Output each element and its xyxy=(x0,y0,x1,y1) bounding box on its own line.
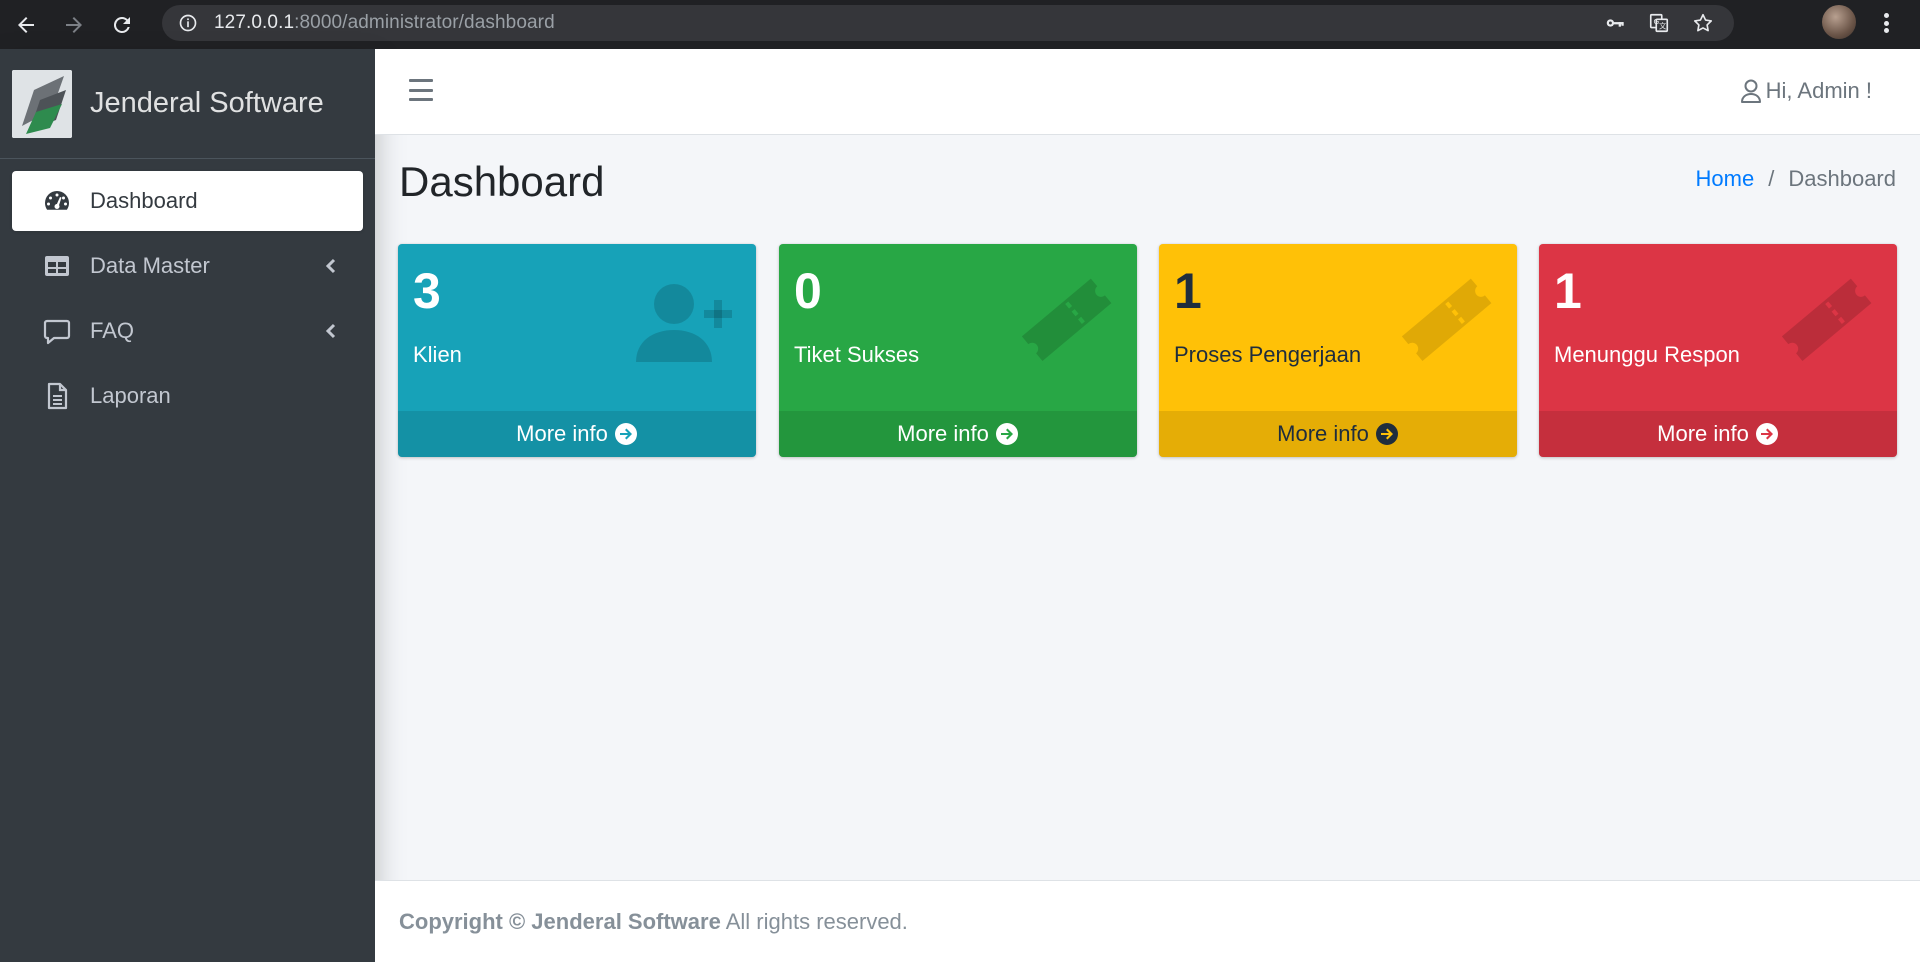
stat-box-proses-pengerjaan: 1 Proses Pengerjaan More info xyxy=(1159,244,1517,457)
arrow-circle-right-icon xyxy=(1755,423,1778,445)
arrow-left-icon xyxy=(18,16,34,33)
more-info-label: More info xyxy=(1657,421,1749,446)
tachometer-icon xyxy=(42,186,72,216)
sidebar: Jenderal Software Dashboard Data Master … xyxy=(0,49,375,962)
more-info-label: More info xyxy=(516,421,608,446)
more-info-link[interactable]: More info xyxy=(398,411,756,457)
table-icon xyxy=(42,251,72,281)
ticket-icon xyxy=(1781,278,1872,361)
translate-icon[interactable]: G文 xyxy=(1648,12,1670,34)
sidebar-item-label: FAQ xyxy=(90,318,135,343)
more-info-label: More info xyxy=(897,421,989,446)
sidebar-nav: Dashboard Data Master FAQ Laporan xyxy=(0,159,375,443)
breadcrumb-home-link[interactable]: Home xyxy=(1696,166,1755,192)
brand-text: Jenderal Software xyxy=(90,87,324,119)
sidebar-item-faq[interactable]: FAQ xyxy=(12,301,363,361)
hamburger-menu-icon[interactable] xyxy=(409,79,433,101)
footer-rights: All rights reserved. xyxy=(720,908,908,934)
user-menu[interactable]: Hi, Admin ! xyxy=(1740,78,1872,104)
footer-copyright: Copyright © Jenderal Software xyxy=(399,908,721,934)
file-icon xyxy=(42,381,72,411)
stat-label: Menunggu Respon xyxy=(1554,342,1740,367)
ticket-icon xyxy=(1021,278,1112,361)
sidebar-item-label: Dashboard xyxy=(90,188,198,213)
sidebar-item-label: Laporan xyxy=(90,383,171,408)
more-info-link[interactable]: More info xyxy=(1539,411,1897,457)
breadcrumb: Home / Dashboard xyxy=(1696,166,1896,192)
address-bar[interactable]: 127.0.0.1:8000/administrator/dashboard G… xyxy=(162,5,1734,41)
stat-label: Proses Pengerjaan xyxy=(1174,342,1362,367)
arrow-circle-right-icon xyxy=(1375,423,1398,445)
stat-label: Tiket Sukses xyxy=(794,342,920,367)
sidebar-item-dashboard[interactable]: Dashboard xyxy=(12,171,363,231)
reload-button[interactable] xyxy=(100,3,144,47)
page-title: Dashboard xyxy=(399,158,605,205)
arrow-right-icon xyxy=(66,16,82,33)
brand-logo xyxy=(12,69,72,138)
stat-box-tiket-sukses: 0 Tiket Sukses More info xyxy=(779,244,1137,457)
browser-menu-button[interactable] xyxy=(1876,10,1896,36)
ticket-icon xyxy=(1401,278,1492,361)
key-icon[interactable] xyxy=(1604,12,1626,34)
stat-value: 1 xyxy=(1554,263,1582,319)
arrow-circle-right-icon xyxy=(995,423,1018,445)
more-info-link[interactable]: More info xyxy=(1159,411,1517,457)
stat-label: Klien xyxy=(413,342,462,367)
profile-avatar[interactable] xyxy=(1822,5,1856,39)
arrow-circle-right-icon xyxy=(614,423,637,445)
svg-text:文: 文 xyxy=(1659,22,1667,31)
info-icon[interactable] xyxy=(178,13,198,33)
stat-value: 1 xyxy=(1174,263,1202,319)
back-button[interactable] xyxy=(4,3,48,47)
chevron-left-icon xyxy=(325,258,336,274)
breadcrumb-separator: / xyxy=(1768,166,1775,191)
more-info-label: More info xyxy=(1277,421,1369,446)
forward-button[interactable] xyxy=(52,3,96,47)
user-plus-icon xyxy=(636,284,732,362)
reload-icon xyxy=(113,16,130,33)
top-navbar: Hi, Admin ! xyxy=(375,49,1920,135)
sidebar-item-label: Data Master xyxy=(90,253,210,278)
stat-value: 0 xyxy=(794,263,822,319)
chevron-left-icon xyxy=(325,323,336,339)
more-info-link[interactable]: More info xyxy=(779,411,1137,457)
comment-icon xyxy=(42,316,72,346)
breadcrumb-current: Dashboard xyxy=(1788,166,1896,191)
browser-toolbar: 127.0.0.1:8000/administrator/dashboard G… xyxy=(0,0,1920,49)
stat-box-klien: 3 Klien More info xyxy=(398,244,756,457)
sidebar-item-laporan[interactable]: Laporan xyxy=(12,366,363,426)
brand-link[interactable]: Jenderal Software xyxy=(0,49,375,159)
star-icon[interactable] xyxy=(1692,12,1714,34)
main-footer: Copyright © Jenderal Software All rights… xyxy=(375,880,1920,962)
url-text: 127.0.0.1:8000/administrator/dashboard xyxy=(214,12,555,33)
stat-value: 3 xyxy=(413,263,441,319)
sidebar-item-data-master[interactable]: Data Master xyxy=(12,236,363,296)
user-greeting: Hi, Admin ! xyxy=(1765,78,1872,103)
stat-box-menunggu-respon: 1 Menunggu Respon More info xyxy=(1539,244,1897,457)
user-icon xyxy=(1740,79,1761,103)
